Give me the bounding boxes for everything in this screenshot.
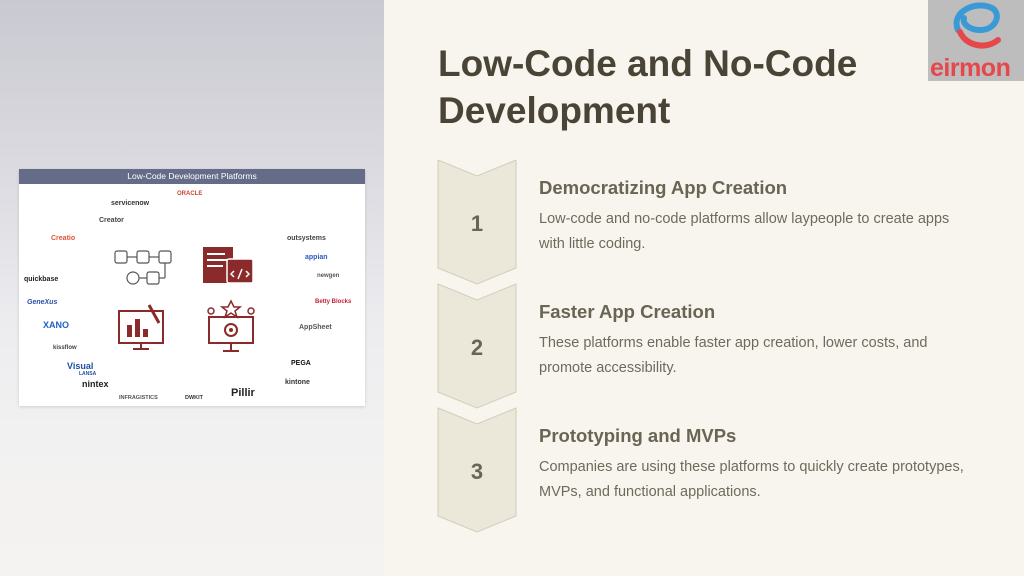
step-2-description: These platforms enable faster app creati… (539, 335, 928, 376)
logo-newgen: newgen (317, 273, 340, 279)
logo-oracle: ORACLE (177, 191, 203, 197)
step-3-number: 3 (470, 459, 484, 484)
logo-outsystems: outsystems (287, 235, 326, 242)
logo-appsheet: AppSheet (299, 324, 332, 331)
logo-quickbase: quickbase (24, 276, 59, 283)
logo-creatio: Creatio (51, 235, 76, 242)
logo-appian: appian (305, 254, 328, 261)
logo-lansa: LANSA (79, 371, 97, 377)
logo-creator: Creator (99, 217, 124, 224)
logo-genexus: GeneXus (27, 299, 58, 306)
code-window-icon (203, 247, 254, 284)
step-2-title: Faster App Creation (539, 301, 716, 322)
logo-kintone: kintone (285, 379, 310, 386)
brand-mark-icon (953, 2, 1001, 49)
logo-infragistics: INFRAGISTICS (119, 395, 158, 401)
step-3-description: Companies are using these platforms to q… (539, 459, 964, 500)
slide-title: Low-Code and No-Code Development (438, 43, 858, 131)
step-2-number: 2 (470, 335, 484, 360)
design-monitor-icon (118, 304, 164, 350)
step-3-title: Prototyping and MVPs (539, 425, 737, 446)
workflow-icon (114, 250, 172, 285)
left-image-panel: Low-Code Development Platforms serviceno… (0, 0, 384, 576)
logo-pillir: Pillir (231, 387, 255, 399)
brand-name: eirmon (930, 54, 1011, 81)
logo-servicenow: servicenow (111, 200, 150, 207)
logo-visual: Visual (67, 361, 94, 371)
brand-logo: eirmon (928, 0, 1024, 81)
logo-kissflow: kissflow (53, 345, 77, 351)
step-1-description: Low-code and no-code platforms allow lay… (539, 211, 950, 252)
low-code-platforms-infographic: Low-Code Development Platforms serviceno… (19, 169, 365, 406)
logo-nintex: nintex (82, 379, 109, 389)
logo-betty-blocks: Betty Blocks (315, 299, 352, 305)
logo-dwkit: DWKIT (185, 395, 204, 401)
logo-xano: XANO (43, 320, 70, 330)
logo-pega: PEGA (291, 360, 311, 367)
settings-monitor-icon (207, 299, 255, 352)
step-1-title: Democratizing App Creation (539, 177, 788, 198)
infographic-header: Low-Code Development Platforms (19, 169, 365, 184)
step-1-number: 1 (470, 211, 484, 236)
